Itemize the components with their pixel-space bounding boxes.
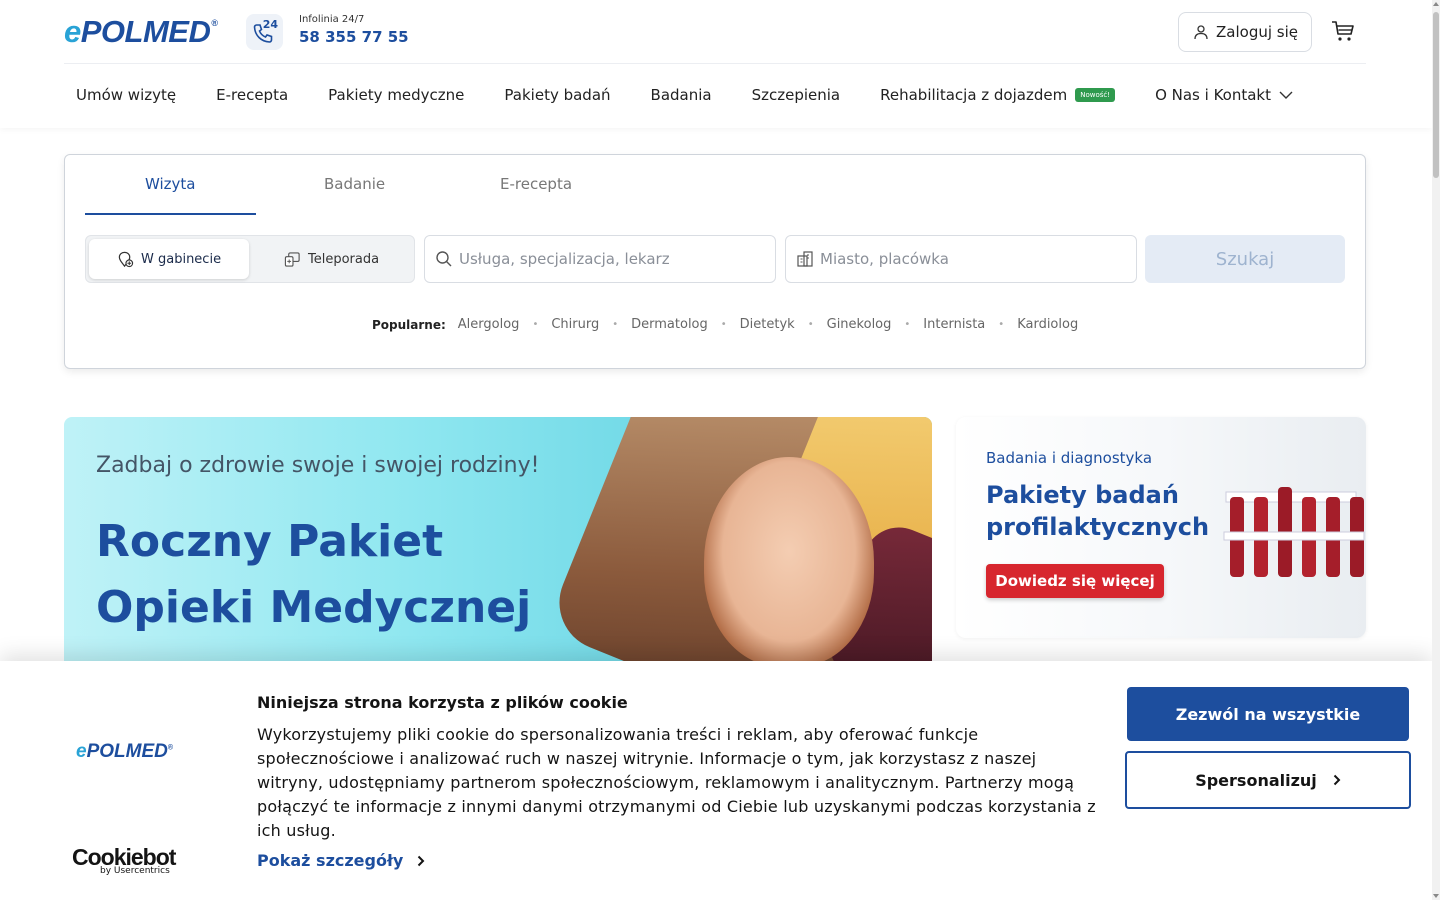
popular-link[interactable]: Ginekolog [827, 317, 892, 332]
popular-label: Popularne: [372, 317, 446, 332]
new-badge: Nowość! [1075, 88, 1116, 102]
location-pin-plus-icon [118, 251, 134, 267]
mode-tele-label: Teleporada [308, 251, 380, 267]
show-details-link[interactable]: Pokaż szczegóły [257, 851, 425, 870]
hero-title-line: Roczny Pakiet [96, 516, 444, 567]
search-button[interactable]: Szukaj [1145, 235, 1345, 283]
nav-label: Pakiety medyczne [328, 86, 465, 104]
popular-link[interactable]: Internista [923, 317, 985, 332]
dot-separator: • [807, 319, 814, 330]
mode-in-office-button[interactable]: W gabinecie [89, 239, 249, 279]
cart-icon[interactable] [1330, 18, 1356, 44]
site-header: ePOLMED® 24 Infolinia 24/7 58 355 77 55 … [0, 0, 1432, 128]
show-details-label: Pokaż szczegóły [257, 851, 404, 870]
main-nav: Umów wizytę E-recepta Pakiety medyczne P… [76, 86, 1333, 104]
dot-separator: • [998, 319, 1005, 330]
popular-link[interactable]: Alergolog [458, 317, 520, 332]
search-panel: Wizyta Badanie E-recepta W gabinecie Tel… [64, 154, 1366, 369]
cookie-title: Niniejsza strona korzysta z plików cooki… [257, 693, 628, 712]
tab-e-recepta[interactable]: E-recepta [500, 175, 572, 193]
popular-link[interactable]: Dietetyk [740, 317, 795, 332]
promo-subtitle: Badania i diagnostyka [986, 449, 1153, 467]
mode-tele-button[interactable]: Teleporada [284, 239, 379, 279]
visit-mode-toggle: W gabinecie Teleporada [85, 235, 415, 283]
logo-e: e [76, 741, 87, 762]
customize-button[interactable]: Spersonalizuj [1125, 751, 1411, 809]
hero-subtitle: Zadbaj o zdrowie swoje i swojej rodziny! [96, 453, 540, 478]
dot-separator: • [532, 319, 539, 330]
login-button[interactable]: Zaloguj się [1178, 12, 1312, 52]
login-label: Zaloguj się [1216, 23, 1298, 41]
active-tab-indicator [85, 213, 256, 215]
nav-label: Rehabilitacja z dojazdem [880, 86, 1068, 104]
nav-item-pakiety-badan[interactable]: Pakiety badań [504, 86, 610, 104]
chevron-right-icon [418, 855, 425, 866]
dot-separator: • [904, 319, 911, 330]
phone-24-icon[interactable]: 24 [246, 14, 283, 50]
nav-label: Szczepienia [751, 86, 841, 104]
test-tubes-image [1223, 487, 1365, 577]
tab-badanie[interactable]: Badanie [324, 175, 385, 193]
popular-link[interactable]: Kardiolog [1017, 317, 1078, 332]
popular-link[interactable]: Dermatolog [631, 317, 708, 332]
building-icon [797, 251, 813, 267]
cookiebot-by-label: by Usercentrics [100, 866, 170, 876]
nav-item-o-nas-kontakt[interactable]: O Nas i Kontakt [1155, 86, 1293, 104]
hotline-number[interactable]: 58 355 77 55 [299, 28, 409, 46]
search-icon [436, 251, 452, 267]
promo-title-line: profilaktycznych [986, 513, 1210, 541]
nav-label: E-recepta [216, 86, 289, 104]
service-search-input[interactable] [459, 250, 759, 268]
nav-item-e-recepta[interactable]: E-recepta [216, 86, 288, 104]
nav-item-umow-wizyte[interactable]: Umów wizytę [76, 86, 176, 104]
nav-label: Pakiety badań [504, 86, 611, 104]
header-divider [64, 63, 1366, 64]
page-scrollbar[interactable] [1432, 0, 1440, 900]
cookie-text: Wykorzystujemy pliki cookie do spersonal… [257, 725, 1096, 840]
nav-item-pakiety-medyczne[interactable]: Pakiety medyczne [328, 86, 464, 104]
brand-logo[interactable]: ePOLMED® [64, 14, 218, 50]
allow-all-button[interactable]: Zezwól na wszystkie [1127, 687, 1409, 741]
scroll-down-arrow-icon[interactable] [1433, 894, 1439, 898]
user-icon [1194, 25, 1208, 40]
nav-label: O Nas i Kontakt [1155, 86, 1271, 104]
cookie-banner: ePOLMED® Cookiebot by Usercentrics Ninie… [0, 661, 1432, 900]
popular-specialties: Popularne: Alergolog • Chirurg • Dermatolo… [372, 317, 1078, 332]
promo-card[interactable]: Badania i diagnostyka Pakiety badań prof… [956, 417, 1366, 638]
promo-title: Pakiety badań profilaktycznych [986, 479, 1209, 543]
service-search-field [424, 235, 776, 283]
nav-item-szczepienia[interactable]: Szczepienia [752, 86, 841, 104]
scroll-up-arrow-icon[interactable] [1433, 2, 1439, 6]
scrollbar-thumb[interactable] [1433, 12, 1439, 178]
chevron-right-icon [1333, 774, 1341, 786]
location-search-field [785, 235, 1137, 283]
dot-separator: • [720, 319, 727, 330]
hero-portrait [704, 457, 874, 661]
mode-in-office-label: W gabinecie [141, 251, 222, 267]
hero-banner[interactable]: Zadbaj o zdrowie swoje i swojej rodziny!… [64, 417, 932, 661]
chevron-down-icon [1279, 91, 1293, 99]
cookie-brand-logo: ePOLMED® [76, 741, 173, 763]
tab-wizyta[interactable]: Wizyta [145, 175, 196, 193]
learn-more-button[interactable]: Dowiedz się więcej [986, 564, 1164, 598]
hotline-label: Infolinia 24/7 [299, 14, 365, 25]
nav-item-rehabilitacja[interactable]: Rehabilitacja z dojazdem Nowość! [880, 86, 1116, 104]
hero-title: Roczny Pakiet Opieki Medycznej [96, 509, 616, 641]
nav-item-badania[interactable]: Badania [651, 86, 712, 104]
promo-title-line: Pakiety badań [986, 481, 1179, 509]
hero-title-line: Opieki Medycznej [96, 582, 532, 633]
location-search-input[interactable] [820, 250, 1120, 268]
logo-registered: ® [167, 744, 174, 752]
nav-label: Umów wizytę [76, 86, 177, 104]
nav-label: Badania [650, 86, 712, 104]
hotline-badge: 24 [262, 18, 278, 31]
popular-link[interactable]: Chirurg [551, 317, 599, 332]
logo-registered: ® [211, 18, 218, 28]
customize-label: Spersonalizuj [1195, 770, 1317, 790]
logo-text: POLMED [80, 14, 211, 49]
teleconsult-icon [284, 251, 300, 267]
logo-text: POLMED [86, 741, 168, 762]
dot-separator: • [612, 319, 619, 330]
logo-e: e [64, 14, 81, 49]
